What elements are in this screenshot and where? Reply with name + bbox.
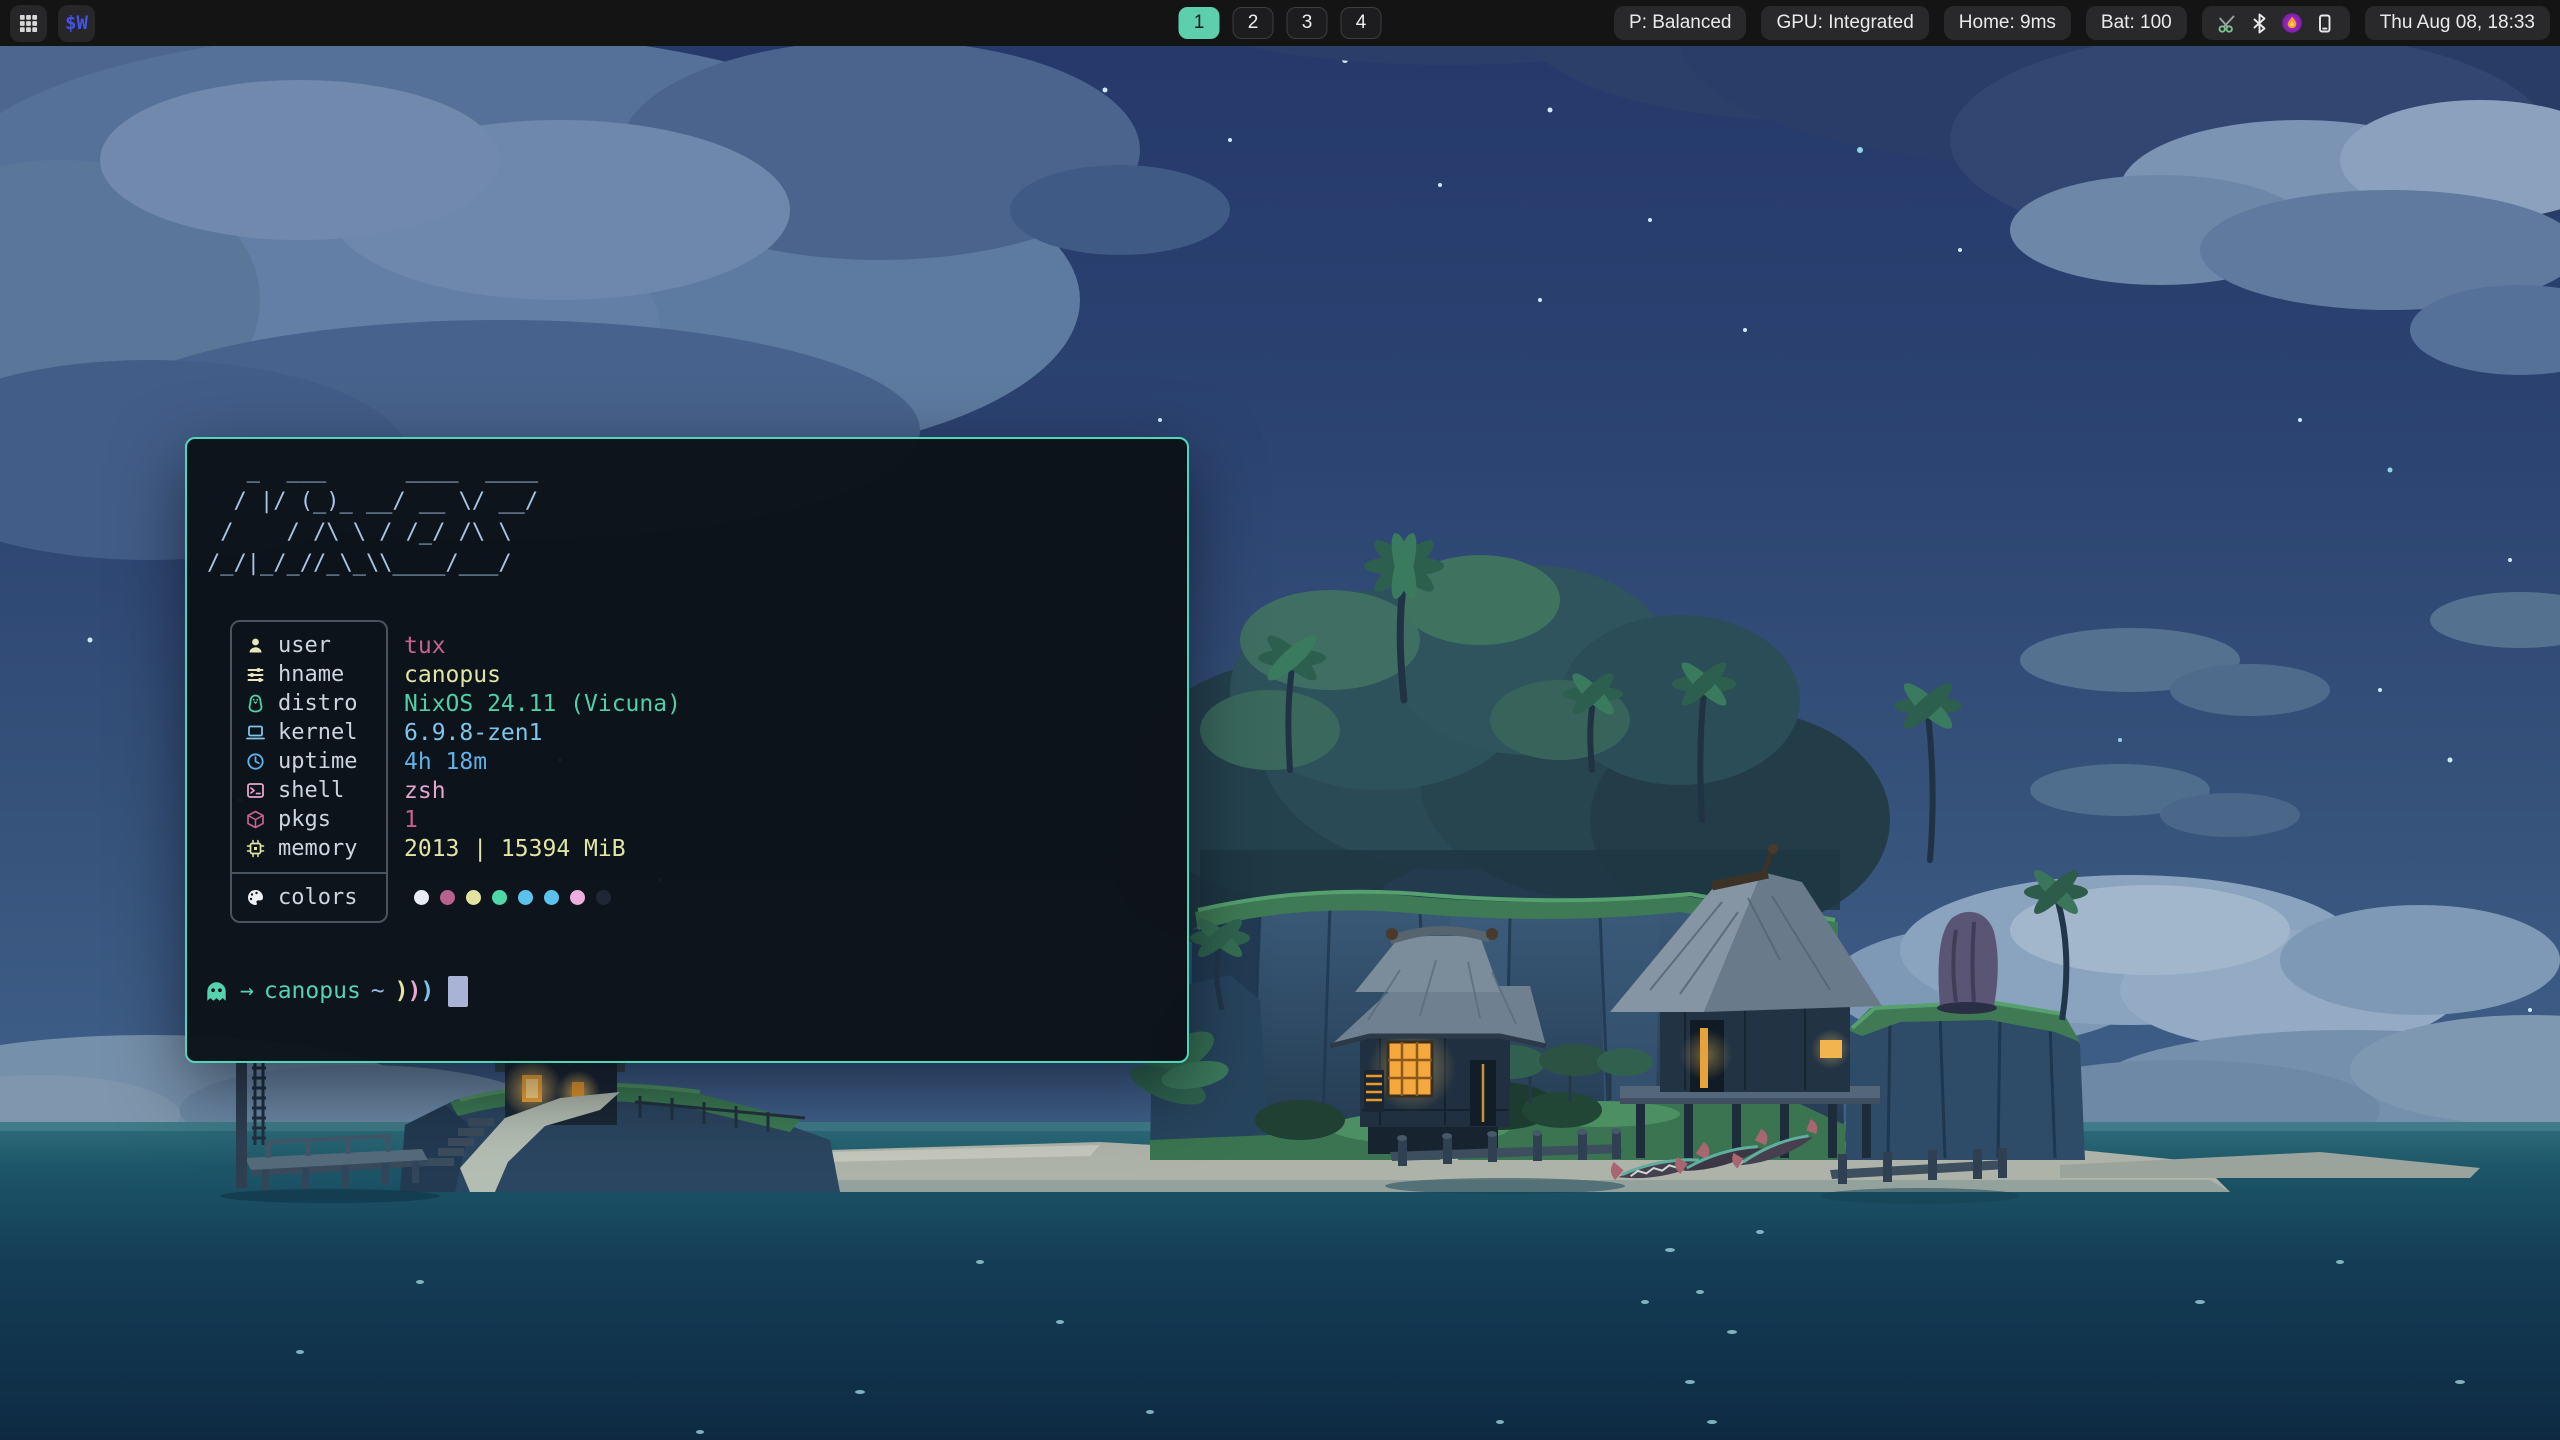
prompt-path: ~ (371, 978, 385, 1004)
value-uptime: 4h 18m (404, 747, 681, 776)
workspace-1[interactable]: 1 (1179, 7, 1220, 39)
value-memory: 2013 | 15394 MiB (404, 834, 681, 863)
bar-left-cluster: $W (10, 0, 95, 46)
fetch-row-shell: shell (232, 776, 386, 805)
workspace-switcher: 1 2 3 4 (1179, 0, 1382, 46)
value-hname: canopus (404, 660, 681, 689)
laptop-icon (245, 722, 266, 743)
prompt-chevrons: ) ) ) (395, 978, 433, 1004)
chip-icon (245, 838, 266, 859)
terminal-window[interactable]: _ ___ ____ ____ / |/ (_)_ __/ __ \/ __/ … (185, 437, 1189, 1063)
color-dot-1 (414, 890, 429, 905)
color-dot-8 (596, 890, 611, 905)
bluetooth-icon[interactable] (2249, 13, 2270, 34)
penguin-icon (245, 693, 266, 714)
user-icon (245, 635, 266, 656)
value-shell: zsh (404, 776, 681, 805)
clock-icon (245, 751, 266, 772)
gpu-pill[interactable]: GPU: Integrated (1761, 6, 1928, 40)
color-dot-5 (518, 890, 533, 905)
battery-pill[interactable]: Bat: 100 (2086, 6, 2187, 40)
ping-pill[interactable]: Home: 9ms (1944, 6, 2071, 40)
power-profile-pill[interactable]: P: Balanced (1614, 6, 1746, 40)
fetch-row-user: user (232, 631, 386, 660)
ghost-icon (203, 978, 230, 1005)
app-launcher-button[interactable] (10, 5, 47, 42)
fetch-row-uptime: uptime (232, 747, 386, 776)
terminal-content: _ ___ ____ ____ / |/ (_)_ __/ __ \/ __/ … (187, 439, 1187, 1061)
color-dot-2 (440, 890, 455, 905)
chevron-2: ) (408, 978, 420, 1004)
nixos-ascii-logo: _ ___ ____ ____ / |/ (_)_ __/ __ \/ __/ … (207, 455, 538, 579)
workspace-2[interactable]: 2 (1233, 7, 1274, 39)
dollar-w-logo: $W (65, 12, 88, 34)
value-kernel: 6.9.8-zen1 (404, 718, 681, 747)
flame-app-icon[interactable] (2281, 12, 2303, 34)
workspace-4[interactable]: 4 (1341, 7, 1382, 39)
fetch-row-memory: memory (232, 834, 386, 863)
shell-prompt[interactable]: → canopus ~ ) ) ) (203, 973, 468, 1009)
chevron-1: ) (395, 978, 407, 1004)
workspace-3[interactable]: 3 (1287, 7, 1328, 39)
terminal-color-swatches (404, 883, 681, 912)
apps-grid-icon (19, 14, 38, 33)
tiki-statue (1937, 912, 1998, 1014)
fetch-row-pkgs: pkgs (232, 805, 386, 834)
system-tray (2202, 6, 2350, 40)
sliders-icon (245, 664, 266, 685)
phone-icon[interactable] (2314, 13, 2335, 34)
color-dot-6 (544, 890, 559, 905)
fetch-row-hname: hname (232, 660, 386, 689)
scissors-icon[interactable] (2217, 13, 2238, 34)
fetch-row-kernel: kernel (232, 718, 386, 747)
value-distro: NixOS 24.11 (Vicuna) (404, 689, 681, 718)
fetch-values: tux canopus NixOS 24.11 (Vicuna) 6.9.8-z… (404, 620, 681, 921)
prompt-host: canopus (264, 978, 361, 1004)
prompt-arrow: → (240, 978, 254, 1004)
chevron-3: ) (420, 978, 432, 1004)
color-dot-4 (492, 890, 507, 905)
value-pkgs: 1 (404, 805, 681, 834)
dollar-w-logo-button[interactable]: $W (58, 5, 95, 42)
text-cursor[interactable] (448, 976, 468, 1007)
package-icon (245, 809, 266, 830)
desktop: $W 1 2 3 4 P: Balanced GPU: Integrated H… (0, 0, 2560, 1440)
fetch-row-distro: distro (232, 689, 386, 718)
clock-pill[interactable]: Thu Aug 08, 18:33 (2365, 6, 2550, 40)
fetch-row-colors: colors (232, 883, 386, 912)
palette-icon (245, 887, 266, 908)
color-dot-7 (570, 890, 585, 905)
bar-right-cluster: P: Balanced GPU: Integrated Home: 9ms Ba… (1614, 0, 2550, 46)
top-bar: $W 1 2 3 4 P: Balanced GPU: Integrated H… (0, 0, 2560, 46)
color-dot-3 (466, 890, 481, 905)
terminal-icon (245, 780, 266, 801)
value-user: tux (404, 631, 681, 660)
fetch-label-box: user hname (230, 620, 388, 923)
fetch-info: user hname (230, 620, 681, 923)
